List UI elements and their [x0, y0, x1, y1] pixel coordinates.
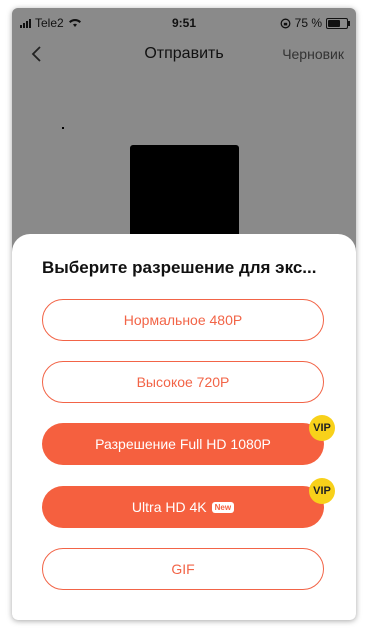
sheet-title: Выберите разрешение для экс...	[42, 258, 317, 277]
option-4k-button[interactable]: Ultra HD 4K New	[42, 486, 324, 528]
phone-screen: Tele2 9:51 75 % Отправить Черновик Выбер…	[12, 8, 356, 620]
option-label: Ultra HD 4K	[131, 499, 207, 515]
battery-level	[328, 19, 340, 27]
draft-button[interactable]: Черновик	[282, 46, 344, 62]
preview-speck	[62, 127, 64, 129]
option-1080p-button[interactable]: Разрешение Full HD 1080P	[42, 423, 324, 465]
rotation-lock-icon	[280, 18, 291, 28]
resolution-sheet: Выберите разрешение для экс... Нормально…	[12, 234, 356, 620]
option-label: GIF	[171, 561, 195, 577]
option-label: Высокое 720P	[136, 374, 230, 390]
battery-icon	[326, 17, 350, 29]
option-480p-button[interactable]: Нормальное 480P	[42, 299, 324, 341]
new-badge: New	[211, 501, 235, 513]
status-right: 75 %	[280, 16, 350, 30]
battery-percent: 75 %	[294, 16, 322, 30]
option-label: Нормальное 480P	[123, 312, 243, 328]
vip-badge: VIP	[309, 478, 335, 504]
option-gif-button[interactable]: GIF	[42, 548, 324, 590]
status-bar: Tele2 9:51 75 %	[12, 8, 356, 36]
option-720p-button[interactable]: Высокое 720P	[42, 361, 324, 403]
navigation-bar: Отправить Черновик	[12, 36, 356, 72]
option-label: Разрешение Full HD 1080P	[95, 436, 271, 452]
vip-badge: VIP	[309, 415, 335, 441]
